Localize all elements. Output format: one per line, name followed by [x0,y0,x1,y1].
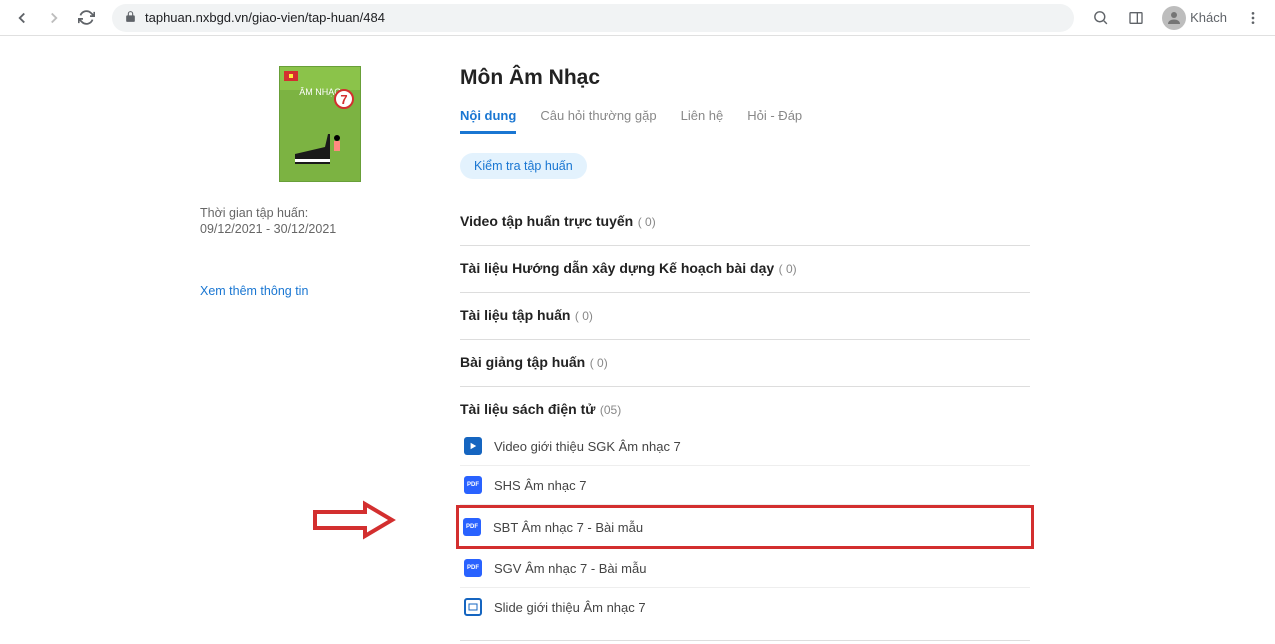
resource-item-video[interactable]: Video giới thiệu SGK Âm nhạc 7 [460,427,1030,466]
guest-label: Khách [1190,10,1227,25]
see-more-link[interactable]: Xem thêm thông tin [200,284,440,298]
menu-icon[interactable] [1239,4,1267,32]
section-title: Video tập huấn trực tuyến [460,213,633,229]
resource-label: Slide giới thiệu Âm nhạc 7 [494,600,646,615]
section-training-docs[interactable]: Tài liệu tập huấn ( 0) [460,293,1030,340]
tab-qa[interactable]: Hỏi - Đáp [747,108,802,134]
sidebar: ÂM NHẠC 7 Thời gian tập huấn: 09/12/2021… [200,66,460,644]
training-time-dates: 09/12/2021 - 30/12/2021 [200,222,440,236]
video-icon [464,437,482,455]
section-count: ( 0) [779,262,797,276]
tab-faq[interactable]: Câu hỏi thường gặp [540,108,656,134]
panel-icon[interactable] [1122,4,1150,32]
section-title: Tài liệu sách điện tử [460,401,595,417]
pdf-icon: PDF [464,559,482,577]
book-number: 7 [334,89,354,109]
check-training-button[interactable]: Kiểm tra tập huấn [460,153,587,179]
book-cover[interactable]: ÂM NHẠC 7 [279,66,361,182]
resource-list: Video giới thiệu SGK Âm nhạc 7 PDF SHS Â… [460,427,1030,626]
resource-item-slide[interactable]: Slide giới thiệu Âm nhạc 7 [460,588,1030,626]
page-content: ÂM NHẠC 7 Thời gian tập huấn: 09/12/2021… [0,36,1275,644]
reload-button[interactable] [72,4,100,32]
section-count: ( 0) [590,356,608,370]
section-training-lectures[interactable]: Bài giảng tập huấn ( 0) [460,340,1030,387]
tab-contact[interactable]: Liên hệ [681,108,724,134]
section-count: (05) [600,403,621,417]
piano-illustration [290,129,350,169]
resource-item-shs[interactable]: PDF SHS Âm nhạc 7 [460,466,1030,505]
section-video-training[interactable]: Video tập huấn trực tuyến ( 0) [460,199,1030,246]
browser-toolbar: taphuan.nxbgd.vn/giao-vien/tap-huan/484 … [0,0,1275,36]
resource-item-sbt[interactable]: PDF SBT Âm nhạc 7 - Bài mẫu [459,508,1031,546]
tabs: Nội dung Câu hỏi thường gặp Liên hệ Hỏi … [460,108,1030,135]
section-title: Tài liệu tập huấn [460,307,570,323]
section-count: ( 0) [575,309,593,323]
page-title: Môn Âm Nhạc [460,66,1030,90]
highlight-annotation: PDF SBT Âm nhạc 7 - Bài mẫu [456,505,1034,549]
address-bar[interactable]: taphuan.nxbgd.vn/giao-vien/tap-huan/484 [112,4,1074,32]
section-demo-lesson[interactable]: Tiết học minh họa ( 0) [460,640,1030,644]
section-count: ( 0) [638,215,656,229]
pdf-icon: PDF [463,518,481,536]
section-title: Tài liệu Hướng dẫn xây dựng Kế hoạch bài… [460,260,774,276]
training-time-label: Thời gian tập huấn: [200,206,440,220]
url-text: taphuan.nxbgd.vn/giao-vien/tap-huan/484 [145,10,385,25]
main-content: Môn Âm Nhạc Nội dung Câu hỏi thường gặp … [460,66,1030,644]
pdf-icon: PDF [464,476,482,494]
section-title: Bài giảng tập huấn [460,354,585,370]
resource-item-sgv[interactable]: PDF SGV Âm nhạc 7 - Bài mẫu [460,549,1030,588]
resource-label: SGV Âm nhạc 7 - Bài mẫu [494,561,646,576]
training-time: Thời gian tập huấn: 09/12/2021 - 30/12/2… [200,206,440,236]
back-button[interactable] [8,4,36,32]
resource-label: Video giới thiệu SGK Âm nhạc 7 [494,439,681,454]
lock-icon [124,10,137,26]
resource-label: SBT Âm nhạc 7 - Bài mẫu [493,520,643,535]
avatar-icon [1162,6,1186,30]
section-lesson-plan[interactable]: Tài liệu Hướng dẫn xây dựng Kế hoạch bài… [460,246,1030,293]
section-ebooks: Tài liệu sách điện tử (05) Video giới th… [460,387,1030,640]
search-icon[interactable] [1086,4,1114,32]
profile-chip[interactable]: Khách [1158,4,1231,32]
tab-content[interactable]: Nội dung [460,108,516,134]
forward-button[interactable] [40,4,68,32]
slide-icon [464,598,482,616]
resource-label: SHS Âm nhạc 7 [494,478,587,493]
